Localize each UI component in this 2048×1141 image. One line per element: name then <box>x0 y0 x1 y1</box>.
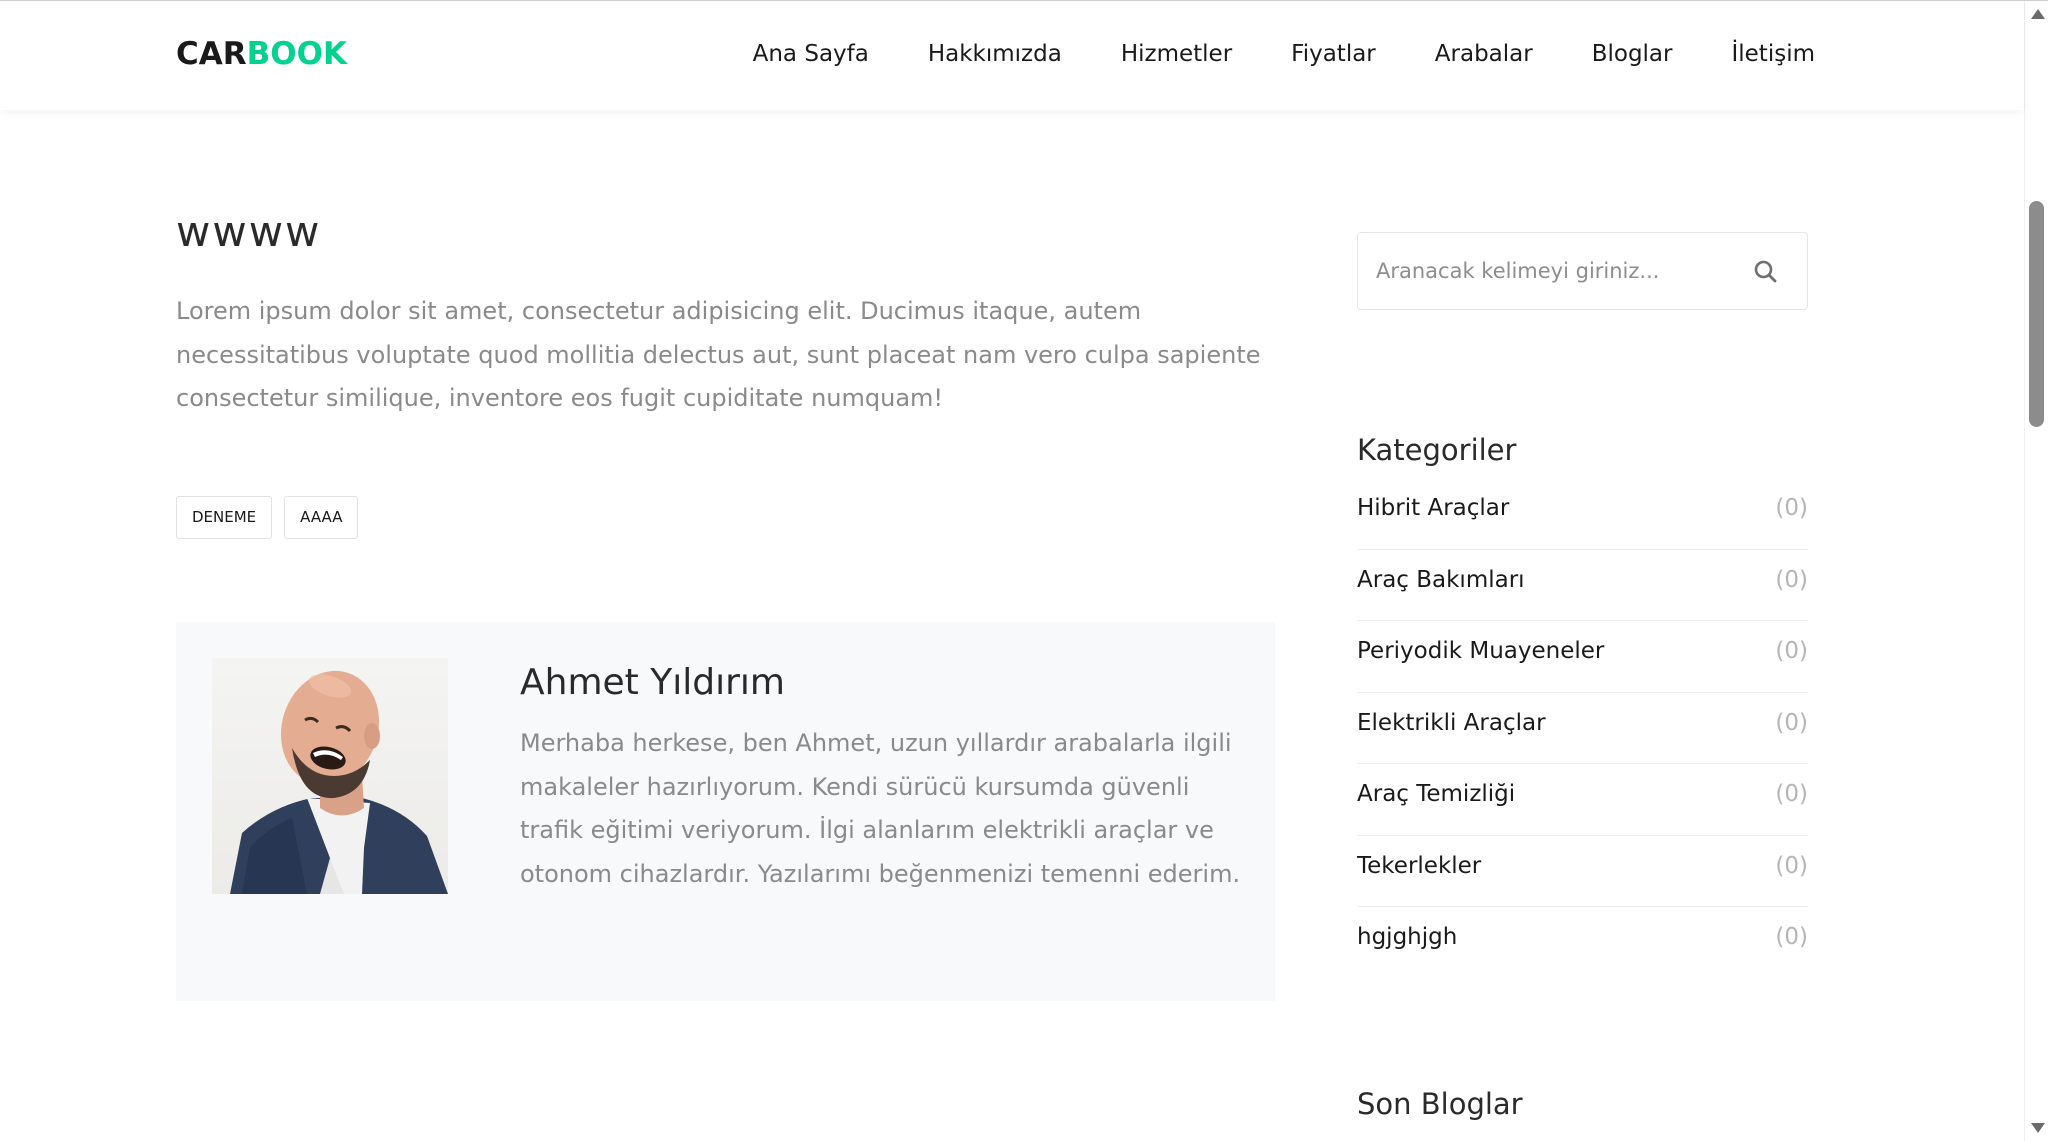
vertical-scrollbar[interactable] <box>2024 1 2048 1141</box>
category-label: Araç Temizliği <box>1357 781 1516 807</box>
nav-item-iletisim[interactable]: İletişim <box>1731 39 1815 69</box>
author-portrait-image <box>230 670 448 894</box>
category-count: (0) <box>1775 709 1808 736</box>
category-count: (0) <box>1775 566 1808 593</box>
post-title: wwww <box>176 207 322 256</box>
category-item[interactable]: Hibrit Araçlar (0) <box>1357 478 1808 550</box>
category-count: (0) <box>1775 495 1808 521</box>
nav-item-ana-sayfa[interactable]: Ana Sayfa <box>753 39 869 69</box>
category-count: (0) <box>1775 638 1808 664</box>
tag-aaaa[interactable]: AAAA <box>284 496 359 539</box>
arrow-down-icon[interactable] <box>2031 1123 2045 1133</box>
scrollbar-thumb[interactable] <box>2029 201 2044 427</box>
category-item[interactable]: Araç Bakımları (0) <box>1357 550 1808 621</box>
author-avatar <box>212 658 448 894</box>
category-count: (0) <box>1775 924 1808 950</box>
category-label: Elektrikli Araçlar <box>1357 709 1546 736</box>
category-label: Tekerlekler <box>1357 852 1482 879</box>
search-input[interactable] <box>1358 233 1738 309</box>
page: CARBOOK Ana Sayfa Hakkımızda Hizmetler F… <box>0 0 2048 1141</box>
category-item[interactable]: Periyodik Muayeneler (0) <box>1357 621 1808 693</box>
category-item[interactable]: Araç Temizliği (0) <box>1357 764 1808 836</box>
nav-item-fiyatlar[interactable]: Fiyatlar <box>1291 39 1376 69</box>
tag-list: DENEME AAAA <box>176 496 359 539</box>
author-bio: Merhaba herkese, ben Ahmet, uzun yıllard… <box>520 729 1241 888</box>
logo-text-book: BOOK <box>246 36 347 72</box>
category-item[interactable]: Tekerlekler (0) <box>1357 836 1808 907</box>
category-count: (0) <box>1775 781 1808 807</box>
category-list: Hibrit Araçlar (0) Araç Bakımları (0) Pe… <box>1357 478 1808 979</box>
categories-heading: Kategoriler <box>1357 433 1517 467</box>
category-item[interactable]: Elektrikli Araçlar (0) <box>1357 693 1808 764</box>
main-nav: Ana Sayfa Hakkımızda Hizmetler Fiyatlar … <box>694 39 1815 69</box>
author-box: Ahmet Yıldırım Merhaba herkese, ben Ahme… <box>176 622 1275 1001</box>
post-body: Lorem ipsum dolor sit amet, consectetur … <box>176 297 1261 412</box>
top-navbar: CARBOOK Ana Sayfa Hakkımızda Hizmetler F… <box>0 1 2024 110</box>
arrow-up-icon[interactable] <box>2031 9 2045 19</box>
search-icon[interactable] <box>1751 257 1781 287</box>
tag-deneme[interactable]: DENEME <box>176 496 273 539</box>
author-name: Ahmet Yıldırım <box>520 662 785 703</box>
category-label: Hibrit Araçlar <box>1357 495 1510 521</box>
site-logo[interactable]: CARBOOK <box>176 36 347 72</box>
nav-item-arabalar[interactable]: Arabalar <box>1435 39 1533 69</box>
nav-item-hizmetler[interactable]: Hizmetler <box>1121 39 1232 69</box>
nav-item-bloglar[interactable]: Bloglar <box>1592 39 1673 69</box>
category-label: Araç Bakımları <box>1357 566 1525 593</box>
logo-text-car: CAR <box>176 36 247 72</box>
nav-item-hakkimizda[interactable]: Hakkımızda <box>928 39 1062 69</box>
search-box <box>1357 232 1808 310</box>
category-label: Periyodik Muayeneler <box>1357 638 1605 664</box>
recent-blogs-heading: Son Bloglar <box>1357 1087 1523 1121</box>
category-count: (0) <box>1775 852 1808 879</box>
category-label: hgjghjgh <box>1357 924 1458 950</box>
category-item[interactable]: hgjghjgh (0) <box>1357 907 1808 979</box>
